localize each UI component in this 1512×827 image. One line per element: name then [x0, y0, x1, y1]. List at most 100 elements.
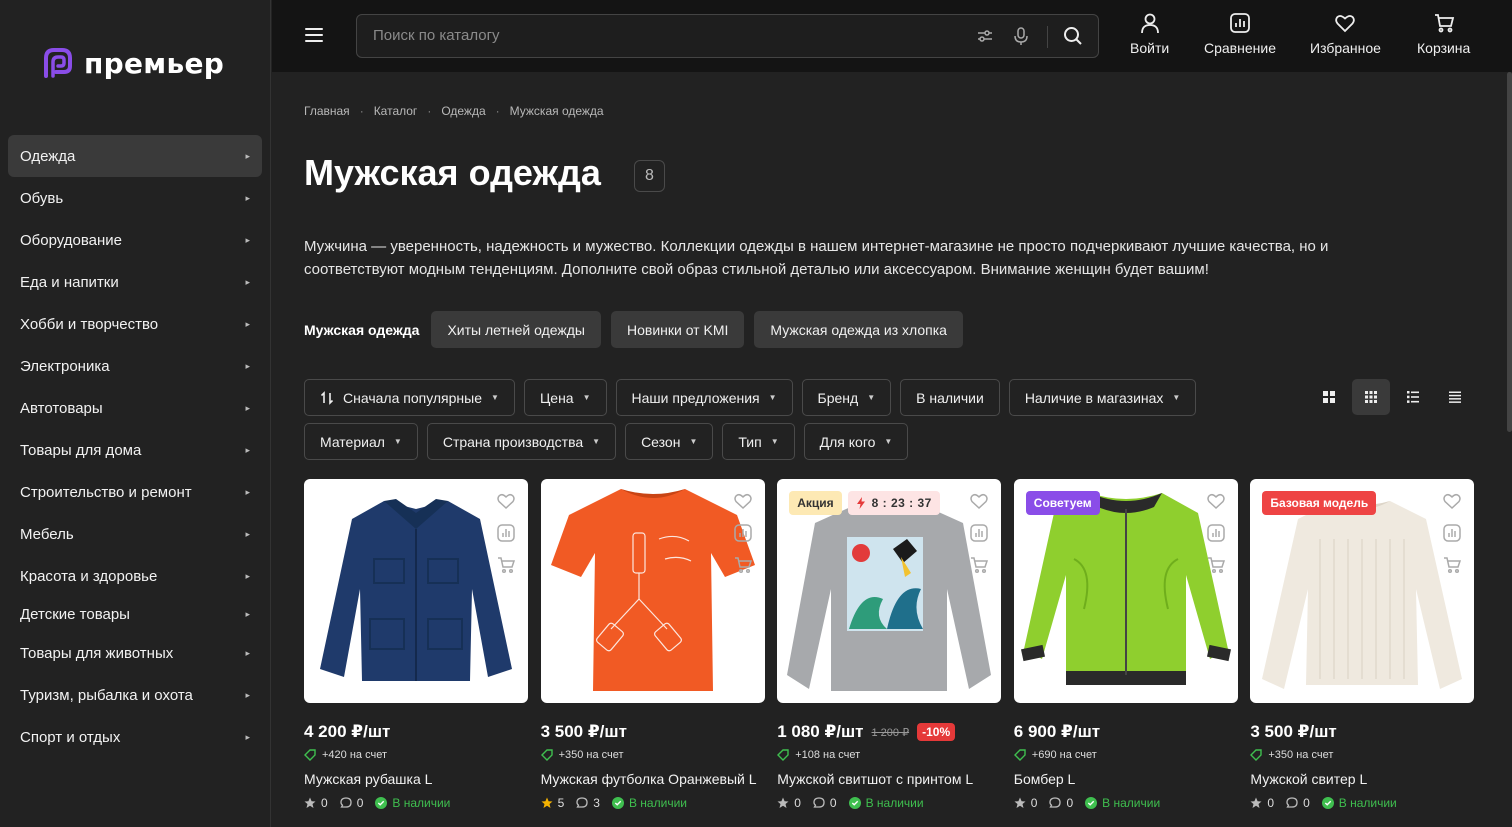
product-name[interactable]: Мужской свитер L [1250, 771, 1475, 787]
product-actions [496, 491, 516, 575]
filter-material[interactable]: Материал ▼ [304, 423, 418, 460]
filter-row: Материал ▼ Страна производства ▼ Сезон ▼ Ти… [304, 423, 1244, 460]
tag-cotton[interactable]: Мужская одежда из хлопка [754, 311, 963, 348]
favorites-button[interactable]: Избранное [1310, 12, 1381, 56]
sidebar-item-food[interactable]: Еда и напитки ▸ [8, 261, 262, 303]
filter-label: Материал [320, 433, 385, 450]
caret-down-icon: ▼ [867, 393, 876, 402]
product-name[interactable]: Мужской свитшот с принтом L [777, 771, 1002, 787]
view-compact-list-button[interactable] [1436, 379, 1474, 415]
compare-button[interactable]: Сравнение [1204, 12, 1276, 56]
view-switcher [1310, 379, 1474, 415]
filter-offers[interactable]: Наши предложения ▼ [615, 379, 793, 416]
caret-down-icon: ▼ [884, 437, 893, 446]
scrollbar[interactable] [1507, 72, 1512, 432]
filter-for-whom[interactable]: Для кого ▼ [803, 423, 909, 460]
add-to-cart-icon[interactable] [1206, 555, 1226, 575]
sidebar-item-hobby[interactable]: Хобби и творчество ▸ [8, 303, 262, 345]
product-card[interactable]: Акция 8 : 23 : 37 1 080 ₽/шт 1 200 ₽ -10… [777, 479, 1002, 810]
favorite-heart-icon[interactable] [1442, 491, 1462, 511]
favorite-heart-icon[interactable] [969, 491, 989, 511]
cart-icon [1434, 14, 1454, 33]
sidebar-item-pets[interactable]: Товары для животных ▸ [8, 632, 262, 674]
sidebar-item-beauty[interactable]: Красота и здоровье ▸ [8, 555, 262, 597]
comment-icon [813, 797, 825, 808]
sidebar-item-label: Обувь [20, 189, 64, 207]
lightning-icon [856, 497, 865, 509]
view-list-button[interactable] [1394, 379, 1432, 415]
product-name[interactable]: Бомбер L [1014, 771, 1239, 787]
view-small-grid-button[interactable] [1352, 379, 1390, 415]
microphone-icon[interactable] [1011, 26, 1031, 46]
breadcrumb-catalog[interactable]: Каталог [374, 104, 418, 118]
product-image[interactable]: Советуем [1013, 479, 1238, 703]
tag-kmi-new[interactable]: Новинки от KMI [610, 311, 745, 348]
sidebar-item-shoes[interactable]: Обувь ▸ [8, 177, 262, 219]
login-button[interactable]: Войти [1130, 12, 1169, 56]
favorite-heart-icon[interactable] [496, 491, 516, 511]
view-large-grid-button[interactable] [1310, 379, 1348, 415]
sidebar-item-electronics[interactable]: Электроника ▸ [8, 345, 262, 387]
breadcrumb-home[interactable]: Главная [304, 104, 350, 118]
product-card[interactable]: Базовая модель 3 500 ₽/шт +350 на счет М… [1250, 479, 1475, 810]
bonus-text: +108 на счет [795, 749, 861, 761]
favorite-heart-icon[interactable] [1206, 491, 1226, 511]
sidebar-item-kids[interactable]: Детские товары ▸ [8, 597, 262, 632]
product-name[interactable]: Мужская рубашка L [304, 771, 529, 787]
filter-country[interactable]: Страна производства ▼ [426, 423, 617, 460]
add-to-cart-icon[interactable] [1442, 555, 1462, 575]
product-name[interactable]: Мужская футболка Оранжевый L [541, 771, 766, 787]
add-to-cart-icon[interactable] [733, 555, 753, 575]
product-meta: 0 0 В наличии [1250, 796, 1475, 810]
compare-icon[interactable] [1442, 523, 1462, 543]
product-card[interactable]: 3 500 ₽/шт +350 на счет Мужская футболка… [540, 479, 766, 810]
product-image[interactable] [540, 479, 765, 703]
cart-button[interactable]: Корзина [1417, 12, 1470, 56]
filter-price[interactable]: Цена ▼ [523, 379, 607, 416]
search-input[interactable] [373, 27, 933, 44]
product-image[interactable] [304, 479, 528, 703]
sidebar-item-auto[interactable]: Автотовары ▸ [8, 387, 262, 429]
product-card[interactable]: Советуем 6 900 ₽/шт +690 на счет Бомбер … [1013, 479, 1239, 810]
compare-icon[interactable] [496, 523, 516, 543]
add-to-cart-icon[interactable] [496, 555, 516, 575]
breadcrumb-current: Мужская одежда [509, 104, 604, 118]
add-to-cart-icon[interactable] [969, 555, 989, 575]
compare-icon[interactable] [969, 523, 989, 543]
sidebar-item-clothes[interactable]: Одежда ▸ [8, 135, 262, 177]
sidebar-item-tourism[interactable]: Туризм, рыбалка и охота ▸ [8, 674, 262, 716]
search-icon[interactable] [1063, 26, 1083, 46]
chevron-right-icon: ▸ [245, 731, 250, 742]
sidebar-item-home[interactable]: Товары для дома ▸ [8, 429, 262, 471]
chevron-right-icon: ▸ [245, 234, 250, 245]
breadcrumb-clothes[interactable]: Одежда [441, 104, 485, 118]
sidebar: премьер Одежда ▸ Обувь ▸ Оборудование ▸ Еда… [0, 0, 271, 827]
chevron-right-icon: ▸ [245, 689, 250, 700]
product-meta: 5 3 В наличии [541, 796, 766, 810]
sidebar-item-sport[interactable]: Спорт и отдых ▸ [8, 716, 262, 758]
filter-brand[interactable]: Бренд ▼ [801, 379, 892, 416]
stock-status: В наличии [392, 796, 451, 810]
menu-icon[interactable] [305, 28, 323, 42]
product-image[interactable]: Базовая модель [1250, 479, 1475, 703]
product-image[interactable]: Акция 8 : 23 : 37 [777, 479, 1002, 703]
sort-dropdown[interactable]: Сначала популярные ▼ [304, 379, 515, 416]
favorite-heart-icon[interactable] [733, 491, 753, 511]
compare-icon[interactable] [733, 523, 753, 543]
filter-season[interactable]: Сезон ▼ [625, 423, 714, 460]
chevron-right-icon: ▸ [245, 192, 250, 203]
sidebar-item-equipment[interactable]: Оборудование ▸ [8, 219, 262, 261]
filter-in-stock[interactable]: В наличии [900, 379, 1000, 416]
compare-icon[interactable] [1206, 523, 1226, 543]
filter-type[interactable]: Тип ▼ [722, 423, 795, 460]
caret-down-icon: ▼ [592, 437, 601, 446]
filter-store-availability[interactable]: Наличие в магазинах ▼ [1008, 379, 1197, 416]
filter-label: Наличие в магазинах [1024, 389, 1164, 406]
tag-summer-hits[interactable]: Хиты летней одежды [431, 311, 601, 348]
logo[interactable]: премьер [40, 46, 224, 80]
sidebar-item-construction[interactable]: Строительство и ремонт ▸ [8, 471, 262, 513]
filter-sliders-icon[interactable] [975, 26, 995, 46]
product-card[interactable]: 4 200 ₽/шт +420 на счет Мужская рубашка … [304, 479, 529, 810]
sidebar-item-label: Электроника [20, 357, 110, 375]
sidebar-item-furniture[interactable]: Мебель ▸ [8, 513, 262, 555]
